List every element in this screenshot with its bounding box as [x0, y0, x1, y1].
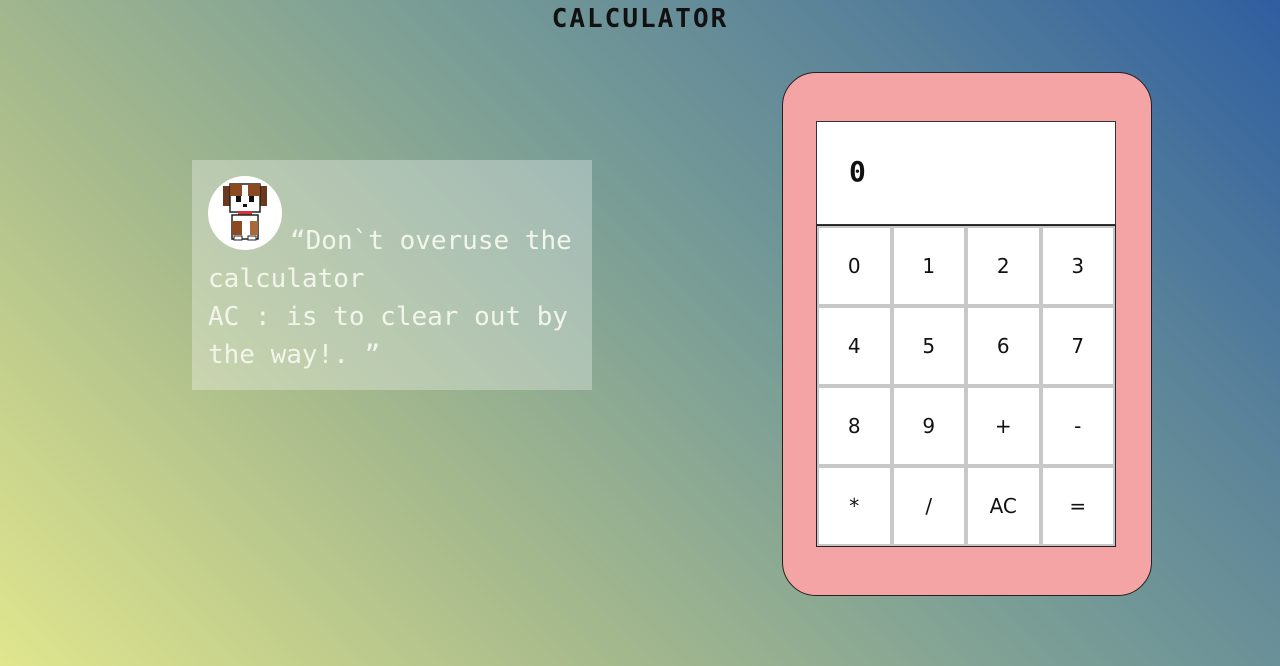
key-4-button[interactable]: 4 — [817, 306, 892, 386]
divide-button[interactable]: / — [891, 466, 966, 546]
key-7-button[interactable]: 7 — [1040, 306, 1115, 386]
calculator-display: 0 — [816, 121, 1116, 225]
key-2-button[interactable]: 2 — [966, 226, 1041, 306]
multiply-button[interactable]: * — [817, 466, 892, 546]
key-0-button[interactable]: 0 — [817, 226, 892, 306]
key-6-button[interactable]: 6 — [966, 306, 1041, 386]
subtract-button[interactable]: - — [1040, 386, 1115, 466]
calculator-keypad: 0 1 2 3 4 5 6 7 8 9 + - * / AC = — [816, 225, 1116, 547]
key-3-button[interactable]: 3 — [1040, 226, 1115, 306]
page-title: CALCULATOR — [551, 4, 729, 34]
key-8-button[interactable]: 8 — [817, 386, 892, 466]
puppy-icon — [208, 176, 282, 250]
clear-button[interactable]: AC — [966, 466, 1041, 546]
key-9-button[interactable]: 9 — [891, 386, 966, 466]
key-1-button[interactable]: 1 — [891, 226, 966, 306]
key-5-button[interactable]: 5 — [891, 306, 966, 386]
add-button[interactable]: + — [966, 386, 1041, 466]
quote-card: “Don`t overuse the calculator AC : is to… — [192, 160, 592, 390]
equals-button[interactable]: = — [1040, 466, 1115, 546]
calculator: 0 0 1 2 3 4 5 6 7 8 9 + - * / AC = — [782, 72, 1152, 596]
